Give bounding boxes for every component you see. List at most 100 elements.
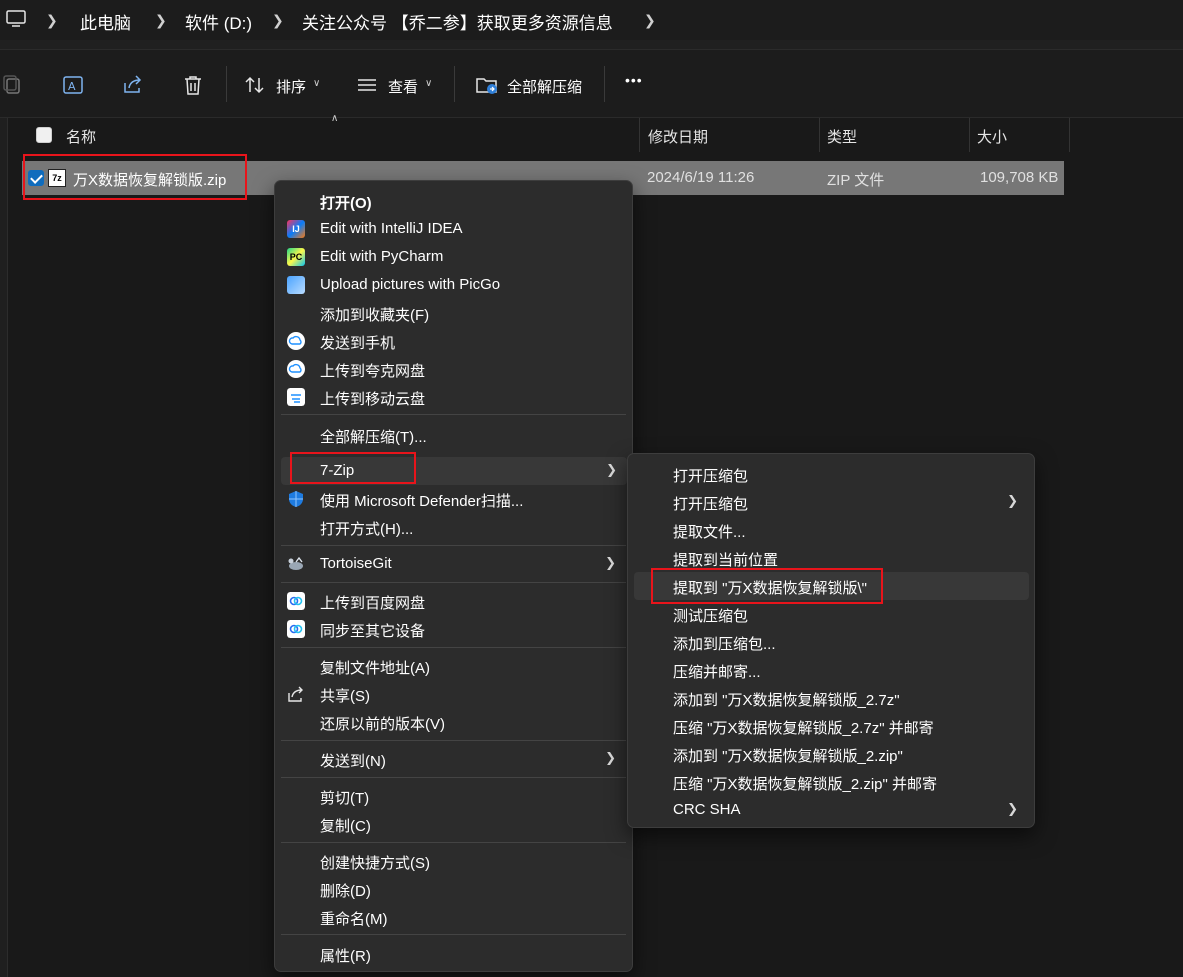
highlight-box-extract-to <box>651 568 883 604</box>
menu-item-add-favorites[interactable]: 添加到收藏夹(F) <box>275 299 632 327</box>
submenu-item-compress-email[interactable]: 压缩并邮寄... <box>628 656 1034 684</box>
menu-item-label: 添加到 "万X数据恢复解锁版_2.zip" <box>673 748 903 765</box>
menu-item-tortoisegit[interactable]: TortoiseGit ❯ <box>275 550 632 578</box>
submenu-item-extract-files[interactable]: 提取文件... <box>628 516 1034 544</box>
menu-separator <box>281 934 626 935</box>
chevron-right-icon[interactable]: ❯ <box>644 12 656 29</box>
menu-item-open-with[interactable]: 打开方式(H)... <box>275 513 632 541</box>
menu-separator <box>281 647 626 648</box>
menu-item-upload-baidu[interactable]: 上传到百度网盘 <box>275 587 632 615</box>
menu-item-rename[interactable]: 重命名(M) <box>275 903 632 931</box>
menu-item-create-shortcut[interactable]: 创建快捷方式(S) <box>275 847 632 875</box>
sort-indicator-icon: ∧ <box>331 113 339 124</box>
this-pc-icon[interactable] <box>6 10 26 28</box>
menu-item-upload-quark[interactable]: 上传到夸克网盘 <box>275 355 632 383</box>
menu-item-label: Edit with PyCharm <box>320 248 444 265</box>
chevron-right-icon[interactable]: ❯ <box>272 12 284 29</box>
menu-item-label: 上传到夸克网盘 <box>320 363 426 380</box>
rename-icon[interactable]: A <box>62 74 84 96</box>
more-options-button[interactable]: ••• <box>625 72 643 88</box>
highlight-box-file <box>23 154 247 200</box>
menu-item-share[interactable]: 共享(S) <box>275 680 632 708</box>
menu-item-label: 打开方式(H)... <box>320 521 414 538</box>
7zip-submenu: 打开压缩包 打开压缩包 ❯ 提取文件... 提取到当前位置 提取到 "万X数据恢… <box>627 453 1035 828</box>
menu-item-label: 复制文件地址(A) <box>320 660 430 677</box>
cloud-icon <box>287 332 305 350</box>
delete-icon[interactable] <box>182 74 204 96</box>
menu-item-label: 剪切(T) <box>320 790 370 807</box>
copy-icon[interactable] <box>2 74 24 96</box>
menu-item-label: 添加到 "万X数据恢复解锁版_2.7z" <box>673 692 900 709</box>
chevron-down-icon[interactable]: ∨ <box>313 78 320 89</box>
menu-separator <box>281 582 626 583</box>
pycharm-icon: PC <box>287 248 305 266</box>
menu-item-label: 打开压缩包 <box>673 468 749 485</box>
column-divider[interactable] <box>639 118 640 152</box>
menu-item-copy[interactable]: 复制(C) <box>275 810 632 838</box>
submenu-item-add-to-archive[interactable]: 添加到压缩包... <box>628 628 1034 656</box>
chevron-right-icon: ❯ <box>606 462 617 477</box>
extract-folder-icon[interactable] <box>476 74 498 96</box>
menu-item-edit-intellij[interactable]: IJ Edit with IntelliJ IDEA <box>275 215 632 243</box>
column-header-type[interactable]: 类型 <box>827 126 857 147</box>
breadcrumb-drive-d[interactable]: 软件 (D:) <box>185 9 252 34</box>
svg-text:A: A <box>68 80 76 93</box>
submenu-item-add-zip[interactable]: 添加到 "万X数据恢复解锁版_2.zip" <box>628 740 1034 768</box>
submenu-item-crc-sha[interactable]: CRC SHA ❯ <box>628 796 1034 824</box>
tortoisegit-icon <box>288 556 303 570</box>
menu-item-label: Upload pictures with PicGo <box>320 276 501 293</box>
sort-button[interactable]: 排序 <box>276 76 306 97</box>
column-header-size[interactable]: 大小 <box>977 126 1007 147</box>
view-icon[interactable] <box>356 74 378 96</box>
file-modified: 2024/6/19 11:26 <box>647 169 755 186</box>
menu-item-label: 创建快捷方式(S) <box>320 855 430 872</box>
menu-item-label: 上传到移动云盘 <box>320 391 426 408</box>
chevron-right-icon[interactable]: ❯ <box>46 12 58 29</box>
menu-item-picgo[interactable]: Upload pictures with PicGo <box>275 271 632 299</box>
menu-item-defender-scan[interactable]: 使用 Microsoft Defender扫描... <box>275 485 632 513</box>
view-button[interactable]: 查看 <box>388 76 418 97</box>
menu-item-restore-versions[interactable]: 还原以前的版本(V) <box>275 708 632 736</box>
breadcrumb-folder[interactable]: 关注公众号 【乔二参】获取更多资源信息 <box>302 9 613 34</box>
column-header-modified[interactable]: 修改日期 <box>648 126 708 147</box>
submenu-item-compress-zip-email[interactable]: 压缩 "万X数据恢复解锁版_2.zip" 并邮寄 <box>628 768 1034 796</box>
menu-item-open[interactable]: 打开(O) <box>275 187 632 215</box>
menu-item-send-to-phone[interactable]: 发送到手机 <box>275 327 632 355</box>
menu-item-sync-devices[interactable]: 同步至其它设备 <box>275 615 632 643</box>
menu-item-edit-pycharm[interactable]: PC Edit with PyCharm <box>275 243 632 271</box>
select-all-checkbox[interactable] <box>36 127 52 143</box>
menu-item-extract-all[interactable]: 全部解压缩(T)... <box>275 421 632 449</box>
menu-item-label: 发送到手机 <box>320 335 396 352</box>
baidu-netdisk-icon <box>287 592 305 610</box>
highlight-box-7zip <box>290 452 416 484</box>
picgo-icon <box>287 276 305 294</box>
menu-item-delete[interactable]: 删除(D) <box>275 875 632 903</box>
intellij-icon: IJ <box>287 220 305 238</box>
breadcrumb-this-pc[interactable]: 此电脑 <box>80 9 131 34</box>
column-divider[interactable] <box>969 118 970 152</box>
menu-item-label: 还原以前的版本(V) <box>320 716 445 733</box>
menu-item-copy-path[interactable]: 复制文件地址(A) <box>275 652 632 680</box>
column-header-name[interactable]: 名称 <box>66 126 96 147</box>
extract-all-button[interactable]: 全部解压缩 <box>507 76 582 97</box>
menu-item-label: 添加到收藏夹(F) <box>320 307 430 324</box>
submenu-item-open-archive-more[interactable]: 打开压缩包 ❯ <box>628 488 1034 516</box>
menu-separator <box>281 777 626 778</box>
chevron-right-icon[interactable]: ❯ <box>155 12 167 29</box>
share-icon[interactable] <box>122 74 144 96</box>
sort-icon[interactable] <box>244 74 266 96</box>
context-menu: 打开(O) IJ Edit with IntelliJ IDEA PC Edit… <box>274 180 633 972</box>
menu-item-label: Edit with IntelliJ IDEA <box>320 220 463 237</box>
menu-item-upload-mobile-cloud[interactable]: 上传到移动云盘 <box>275 383 632 411</box>
submenu-item-compress-7z-email[interactable]: 压缩 "万X数据恢复解锁版_2.7z" 并邮寄 <box>628 712 1034 740</box>
submenu-item-test-archive[interactable]: 测试压缩包 <box>628 600 1034 628</box>
column-divider[interactable] <box>819 118 820 152</box>
menu-item-cut[interactable]: 剪切(T) <box>275 782 632 810</box>
menu-item-send-to[interactable]: 发送到(N) ❯ <box>275 745 632 773</box>
column-divider[interactable] <box>1069 118 1070 152</box>
submenu-item-add-7z[interactable]: 添加到 "万X数据恢复解锁版_2.7z" <box>628 684 1034 712</box>
share-icon <box>288 686 303 702</box>
submenu-item-open-archive[interactable]: 打开压缩包 <box>628 460 1034 488</box>
chevron-down-icon[interactable]: ∨ <box>425 78 432 89</box>
menu-item-properties[interactable]: 属性(R) <box>275 940 632 968</box>
